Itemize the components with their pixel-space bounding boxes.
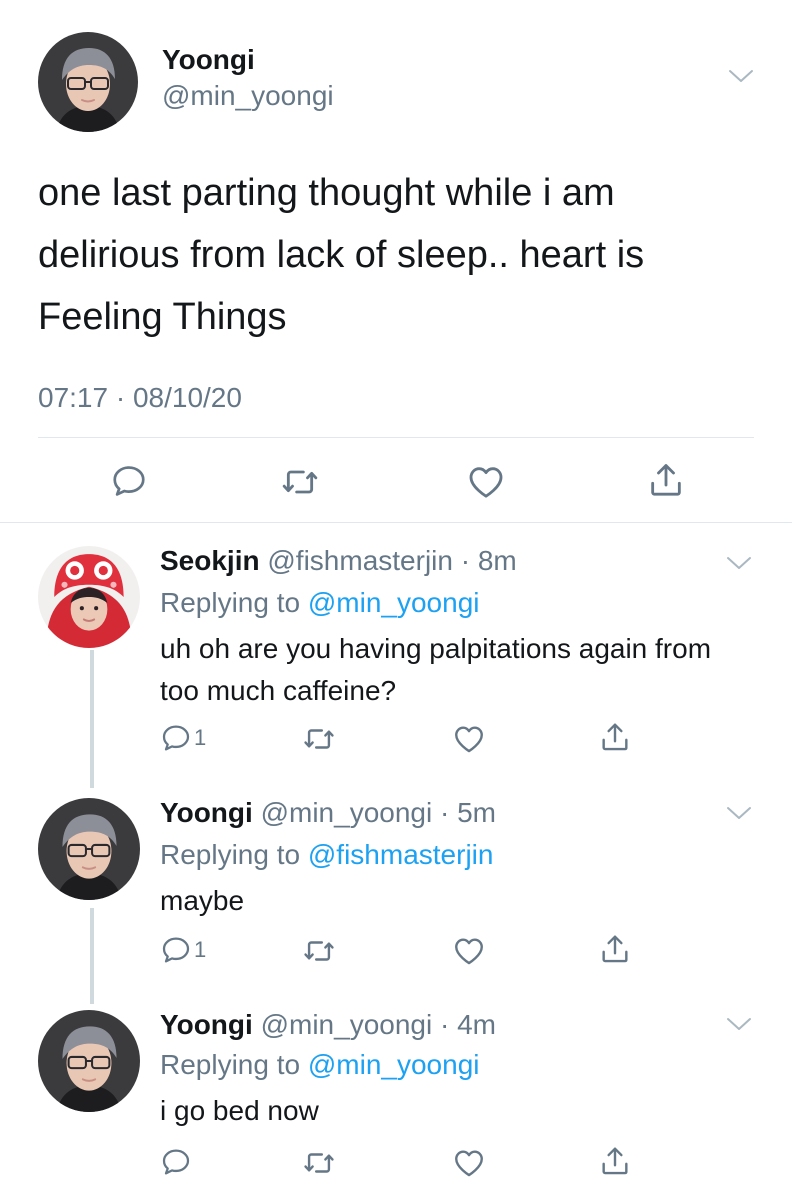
reply-header: Seokjin @fishmasterjin · 8m <box>160 545 517 577</box>
chevron-down-icon[interactable] <box>726 555 752 571</box>
replying-to: Replying to @min_yoongi <box>160 587 480 619</box>
avatar[interactable] <box>38 32 138 132</box>
retweet-icon <box>302 934 336 968</box>
retweet-icon <box>280 462 320 502</box>
yoongi-avatar-image <box>38 32 138 132</box>
reply-button[interactable] <box>110 462 148 500</box>
user-handle[interactable]: @fishmasterjin <box>267 545 453 576</box>
main-tweet: Yoongi @min_yoongi one last parting thou… <box>0 0 792 522</box>
section-divider <box>0 522 792 523</box>
tweet-timestamp[interactable]: 07:17 · 08/10/20 <box>38 382 242 414</box>
reply-button[interactable]: 1 <box>160 934 206 966</box>
reply-text: maybe <box>160 885 245 916</box>
mention-link[interactable]: @fishmasterjin <box>308 839 494 870</box>
separator-dot: · <box>452 545 478 576</box>
share-icon <box>598 720 632 754</box>
like-icon <box>452 722 486 756</box>
replying-to: Replying to @fishmasterjin <box>160 839 493 871</box>
reply-icon <box>110 462 148 500</box>
replying-prefix: Replying to <box>160 839 301 870</box>
tweet-text: one last parting thought while i am deli… <box>38 172 645 338</box>
display-name[interactable]: Yoongi <box>160 1009 253 1040</box>
reply-header: Yoongi @min_yoongi · 4m <box>160 1009 496 1041</box>
reply-icon <box>160 722 192 754</box>
replying-prefix: Replying to <box>160 1049 301 1080</box>
reply-time[interactable]: 4m <box>457 1009 496 1040</box>
reply-button[interactable] <box>160 1146 192 1178</box>
like-icon <box>452 1146 486 1180</box>
retweet-icon <box>302 722 336 756</box>
display-name[interactable]: Yoongi <box>160 797 253 828</box>
like-button[interactable] <box>466 462 506 502</box>
retweet-icon <box>302 1146 336 1180</box>
share-button[interactable] <box>646 460 686 500</box>
replying-to: Replying to @min_yoongi <box>160 1049 480 1081</box>
retweet-button[interactable] <box>280 462 320 502</box>
reply-count: 1 <box>194 937 207 962</box>
thread-connector <box>90 908 94 1004</box>
yoongi-avatar-image <box>38 1010 140 1112</box>
replying-prefix: Replying to <box>160 587 301 618</box>
retweet-button[interactable] <box>302 1146 336 1180</box>
chevron-down-icon[interactable] <box>726 805 752 821</box>
share-button[interactable] <box>598 932 632 966</box>
avatar[interactable] <box>38 1010 140 1112</box>
share-icon <box>646 460 686 500</box>
reply-count: 1 <box>194 725 207 750</box>
avatar[interactable] <box>38 546 140 648</box>
display-name[interactable]: Seokjin <box>160 545 260 576</box>
share-icon <box>598 1144 632 1178</box>
reply-icon <box>160 1146 192 1178</box>
reply-time[interactable]: 5m <box>457 797 496 828</box>
reply-button[interactable]: 1 <box>160 722 206 754</box>
seokjin-avatar-image <box>38 546 140 648</box>
mention-link[interactable]: @min_yoongi <box>308 587 480 618</box>
mention-link[interactable]: @min_yoongi <box>308 1049 480 1080</box>
chevron-down-icon[interactable] <box>726 1016 752 1032</box>
user-handle[interactable]: @min_yoongi <box>261 797 433 828</box>
like-icon <box>466 462 506 502</box>
retweet-button[interactable] <box>302 722 336 756</box>
separator-dot: · <box>432 797 458 828</box>
reply-icon <box>160 934 192 966</box>
reply-text: uh oh are you having palpitations again … <box>160 633 712 706</box>
like-button[interactable] <box>452 722 486 756</box>
avatar[interactable] <box>38 798 140 900</box>
like-button[interactable] <box>452 1146 486 1180</box>
divider <box>38 437 754 438</box>
reply-time[interactable]: 8m <box>478 545 517 576</box>
like-button[interactable] <box>452 934 486 968</box>
like-icon <box>452 934 486 968</box>
retweet-button[interactable] <box>302 934 336 968</box>
chevron-down-icon[interactable] <box>728 68 754 84</box>
reply-header: Yoongi @min_yoongi · 5m <box>160 797 496 829</box>
share-button[interactable] <box>598 720 632 754</box>
separator-dot: · <box>432 1009 458 1040</box>
user-handle[interactable]: @min_yoongi <box>162 80 334 112</box>
yoongi-avatar-image <box>38 798 140 900</box>
user-handle[interactable]: @min_yoongi <box>261 1009 433 1040</box>
display-name[interactable]: Yoongi <box>162 44 255 76</box>
thread-connector <box>90 650 94 788</box>
share-icon <box>598 932 632 966</box>
reply-text: i go bed now <box>160 1095 319 1126</box>
share-button[interactable] <box>598 1144 632 1178</box>
